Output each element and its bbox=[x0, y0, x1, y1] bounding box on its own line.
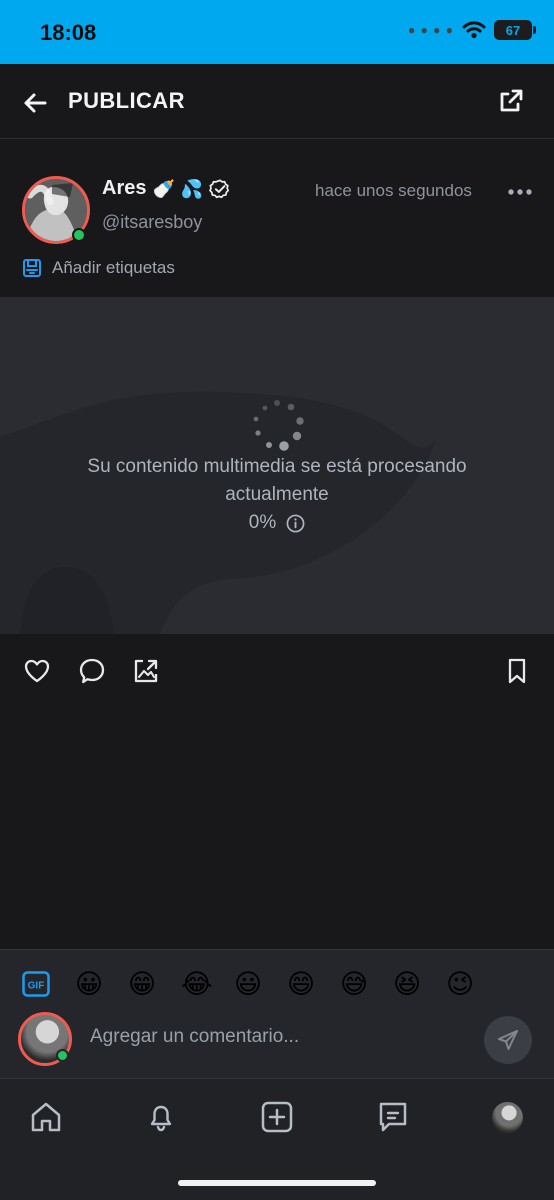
sweat-droplets-emoji: 💦 bbox=[180, 178, 204, 199]
image-repost-icon[interactable] bbox=[131, 656, 161, 686]
info-icon[interactable] bbox=[286, 514, 305, 533]
tag-icon bbox=[23, 259, 41, 277]
post-time: hace unos segundos bbox=[315, 181, 472, 200]
emoji-wink-button[interactable]: 😉 bbox=[446, 970, 499, 998]
processing-text: Su contenido multimedia se está procesan… bbox=[87, 456, 467, 505]
emoji-tears-of-joy-button[interactable]: 😂 bbox=[181, 970, 234, 998]
emoji-laughing-button[interactable]: 😆 bbox=[393, 970, 446, 998]
author-name: Ares bbox=[102, 177, 147, 199]
home-icon[interactable] bbox=[28, 1099, 64, 1135]
add-tags-button[interactable]: Añadir etiquetas bbox=[22, 258, 175, 278]
app-header: PUBLICAR bbox=[0, 64, 554, 139]
profile-avatar-button[interactable] bbox=[492, 1102, 523, 1133]
back-arrow-icon[interactable] bbox=[20, 88, 50, 118]
comment-online-status-dot bbox=[56, 1049, 69, 1062]
send-icon bbox=[498, 1030, 518, 1050]
online-status-dot bbox=[72, 228, 86, 242]
signal-icon: ● ● ● ● bbox=[408, 23, 454, 37]
status-time: 18:08 bbox=[40, 20, 97, 45]
heart-icon[interactable] bbox=[22, 656, 52, 686]
loading-spinner-icon bbox=[253, 400, 304, 451]
author-name-row[interactable]: Ares 🍼 💦 bbox=[102, 177, 231, 200]
emoji-grinning-button[interactable]: 😀 bbox=[75, 970, 128, 998]
bookmark-icon[interactable] bbox=[502, 656, 532, 686]
bell-icon[interactable] bbox=[143, 1099, 179, 1135]
svg-text:GIF: GIF bbox=[28, 981, 45, 992]
comment-input[interactable] bbox=[90, 1019, 450, 1055]
verified-badge-icon bbox=[209, 178, 230, 198]
more-horizontal-icon[interactable] bbox=[507, 181, 533, 203]
quick-emoji-row: GIF 😀 😁 😂 😃 😄 😅 😆 😉 bbox=[22, 970, 499, 998]
media-processing-area: Su contenido multimedia se está procesan… bbox=[0, 297, 554, 634]
home-indicator bbox=[178, 1180, 376, 1186]
post-actions bbox=[0, 636, 554, 706]
progress-percentage: 0% bbox=[248, 512, 277, 533]
status-bar: 18:08 ● ● ● ● 67 bbox=[0, 0, 554, 64]
bottom-navigation bbox=[0, 1079, 554, 1200]
progress-row: 0% bbox=[249, 509, 305, 537]
battery-indicator: 67 bbox=[494, 20, 536, 40]
baby-bottle-emoji: 🍼 bbox=[152, 178, 175, 199]
comment-panel: GIF 😀 😁 😂 😃 😄 😅 😆 😉 bbox=[0, 949, 554, 1079]
page-title: PUBLICAR bbox=[68, 88, 185, 113]
emoji-sweat-smile-button[interactable]: 😅 bbox=[340, 970, 393, 998]
processing-message: Su contenido multimedia se está procesan… bbox=[50, 453, 504, 537]
message-icon[interactable] bbox=[375, 1099, 411, 1135]
send-button[interactable] bbox=[484, 1016, 532, 1064]
emoji-smile-button[interactable]: 😄 bbox=[287, 970, 340, 998]
share-icon[interactable] bbox=[496, 86, 526, 116]
author-handle[interactable]: @itsaresboy bbox=[102, 212, 202, 233]
plus-square-icon[interactable] bbox=[259, 1099, 295, 1135]
emoji-smiley-button[interactable]: 😃 bbox=[234, 970, 287, 998]
wifi-icon bbox=[462, 21, 486, 39]
comment-icon[interactable] bbox=[77, 656, 107, 686]
status-indicators: ● ● ● ● 67 bbox=[408, 20, 536, 40]
add-tags-label: Añadir etiquetas bbox=[52, 258, 175, 277]
gif-icon[interactable]: GIF bbox=[22, 971, 50, 997]
emoji-beaming-button[interactable]: 😁 bbox=[128, 970, 181, 998]
